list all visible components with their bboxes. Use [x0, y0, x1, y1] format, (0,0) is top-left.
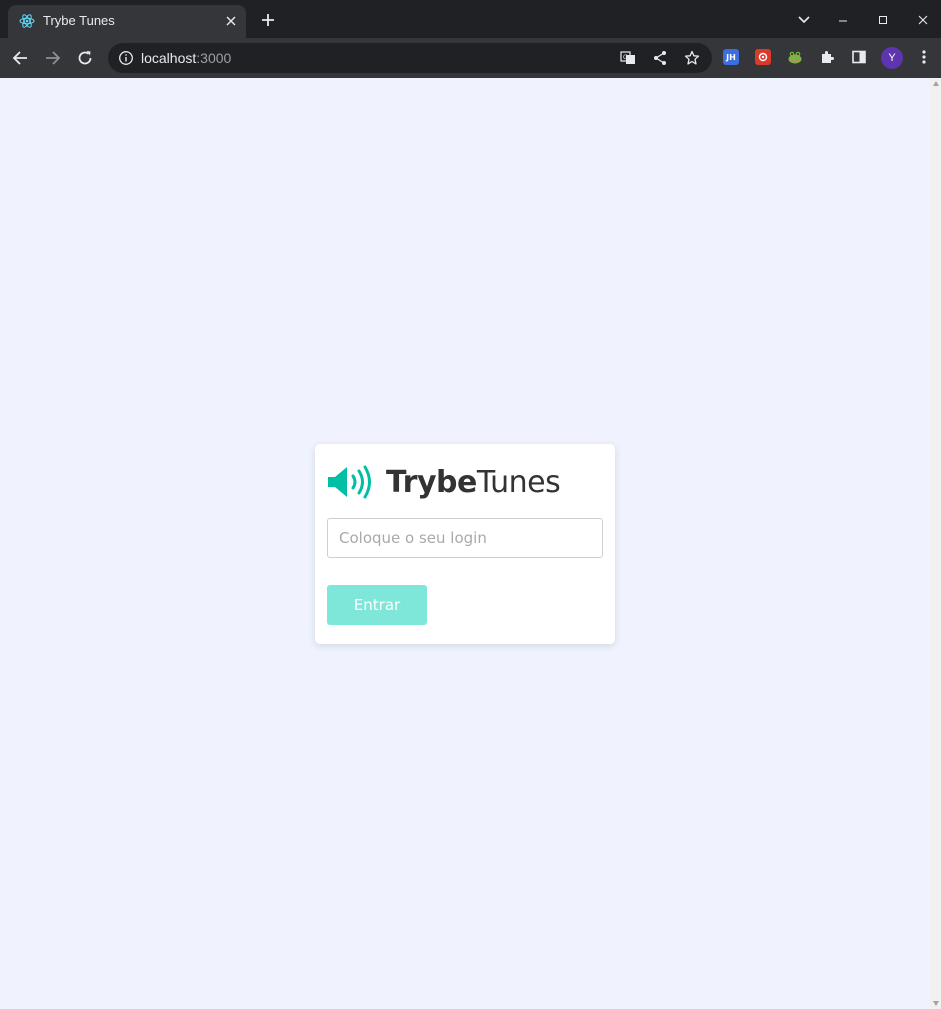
svg-text:G: G [623, 54, 628, 61]
url-host: localhost [141, 50, 197, 66]
profile-avatar[interactable]: Y [881, 47, 903, 69]
new-tab-icon[interactable] [258, 10, 278, 30]
app-logo: TrybeTunes [327, 464, 561, 500]
red-extension-icon[interactable] [755, 49, 771, 65]
jh-extension-icon[interactable]: JH [723, 49, 739, 65]
app-name-bold: Trybe [386, 464, 477, 500]
translate-icon[interactable]: G [620, 50, 636, 66]
app-name: TrybeTunes [386, 464, 561, 500]
login-input[interactable] [327, 518, 603, 558]
frog-extension-icon[interactable] [787, 49, 803, 65]
login-button[interactable]: Entrar [327, 585, 427, 625]
browser-toolbar: localhost:3000 G JH Y [0, 38, 941, 78]
forward-icon[interactable] [43, 48, 63, 68]
page-viewport: TrybeTunes Entrar [0, 78, 941, 1009]
speaker-icon [328, 465, 371, 499]
more-menu-icon[interactable] [916, 49, 932, 65]
scroll-up-icon[interactable] [933, 81, 939, 86]
window-close-icon[interactable] [914, 11, 932, 29]
info-icon[interactable] [118, 50, 134, 66]
side-panel-icon[interactable] [851, 49, 867, 65]
url-text[interactable]: localhost:3000 [141, 50, 231, 66]
extensions-puzzle-icon[interactable] [819, 49, 835, 65]
browser-tab[interactable]: Trybe Tunes [8, 5, 246, 38]
close-icon[interactable] [224, 14, 238, 28]
maximize-icon[interactable] [874, 11, 892, 29]
login-card: TrybeTunes Entrar [315, 444, 615, 644]
back-icon[interactable] [10, 48, 30, 68]
tab-title: Trybe Tunes [43, 13, 115, 28]
app-name-light: Tunes [476, 464, 561, 500]
bookmark-star-icon[interactable] [684, 50, 700, 66]
address-bar[interactable]: localhost:3000 G [108, 43, 712, 73]
browser-tab-strip: Trybe Tunes [0, 0, 941, 38]
react-icon [19, 14, 35, 28]
minimize-icon[interactable] [834, 11, 852, 29]
vertical-scrollbar[interactable] [930, 78, 941, 1009]
share-icon[interactable] [652, 50, 668, 66]
tab-search-icon[interactable] [795, 11, 813, 29]
scroll-down-icon[interactable] [933, 1001, 939, 1006]
reload-icon[interactable] [75, 48, 95, 68]
url-port: :3000 [196, 50, 232, 66]
